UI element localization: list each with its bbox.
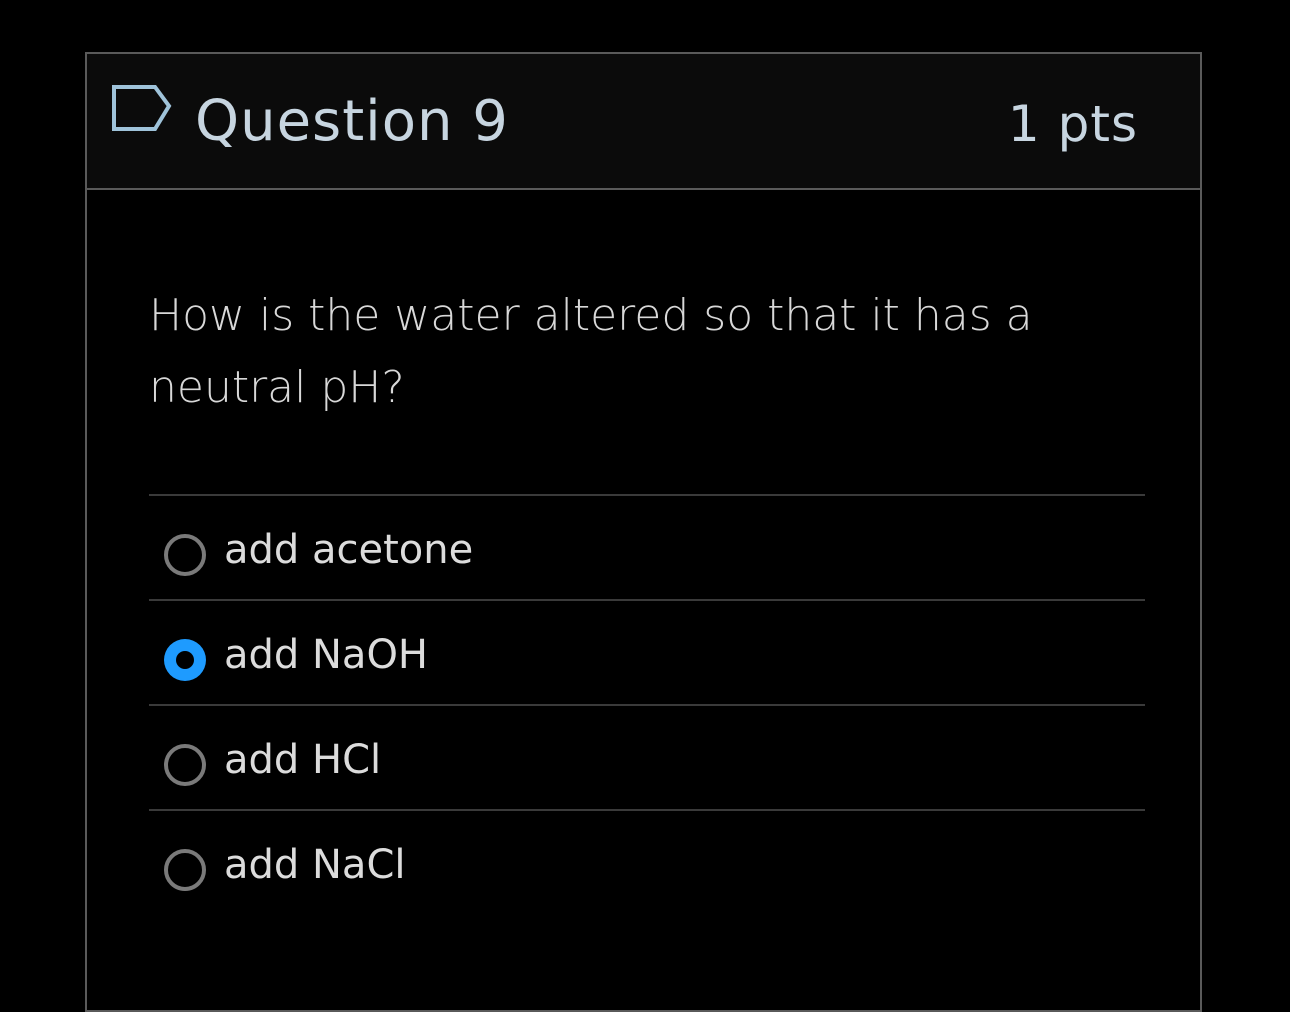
answer-option[interactable]: add NaCl: [149, 809, 1145, 914]
question-title: Question 9: [195, 89, 509, 154]
radio-button[interactable]: [164, 849, 206, 891]
question-points: 1 pts: [1007, 95, 1138, 153]
radio-button[interactable]: [164, 534, 206, 576]
answer-option[interactable]: add HCl: [149, 704, 1145, 809]
answer-label: add HCl: [224, 737, 382, 783]
flag-icon[interactable]: [111, 84, 173, 136]
radio-button-selected[interactable]: [164, 639, 206, 681]
answer-option[interactable]: add acetone: [149, 494, 1145, 599]
answer-list: add acetone add NaOH add HCl add NaCl: [149, 494, 1145, 914]
answer-option[interactable]: add NaOH: [149, 599, 1145, 704]
question-header: Question 9 1 pts: [87, 54, 1200, 190]
question-card: Question 9 1 pts How is the water altere…: [85, 52, 1202, 1012]
question-text: How is the water altered so that it has …: [149, 290, 1033, 413]
radio-button[interactable]: [164, 744, 206, 786]
answer-label: add acetone: [224, 527, 474, 573]
answer-label: add NaOH: [224, 632, 429, 678]
answer-label: add NaCl: [224, 842, 406, 888]
